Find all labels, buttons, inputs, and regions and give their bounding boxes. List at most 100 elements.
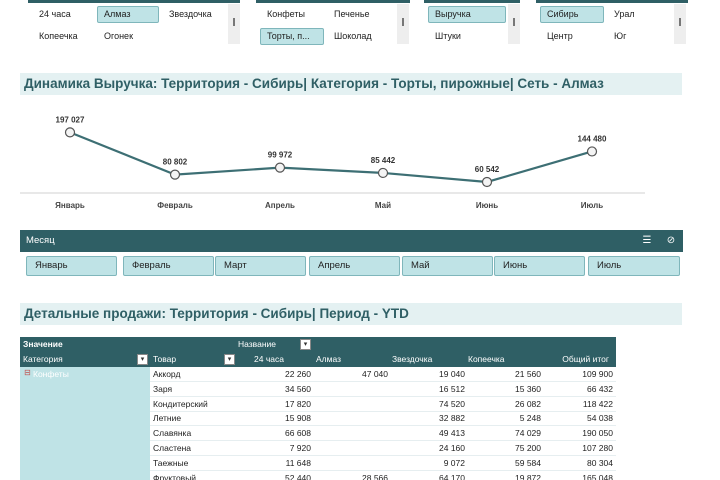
collapse-icon[interactable]: ⊟: [24, 368, 31, 377]
value-cell: 107 280: [582, 443, 613, 453]
columns-label: Название: [238, 339, 276, 349]
value-cell: 5 248: [519, 413, 541, 424]
value-cell: 16 512: [439, 383, 465, 394]
table-row: Кондитерский 17 820 74 520 26 082 118 422: [150, 397, 616, 412]
slicer-item-zvezdochka[interactable]: Звездочка: [162, 6, 224, 23]
value-cell: [321, 382, 391, 397]
slicer-item-shtuki[interactable]: Штуки: [428, 28, 506, 45]
data-point[interactable]: [586, 146, 598, 157]
multi-select-icon[interactable]: ☰: [640, 234, 654, 248]
pivot-table: Значение Название ▾ Категория ▾ Товар ▾ …: [20, 337, 616, 480]
slicer-scrollbar[interactable]: [397, 4, 409, 44]
slicer-item-almaz[interactable]: Алмаз: [97, 6, 159, 23]
slicer-item-konfety[interactable]: Конфеты: [260, 6, 324, 23]
scroll-grip-icon: [513, 18, 515, 26]
data-point[interactable]: [64, 127, 76, 138]
value-cell: 49 413: [439, 428, 465, 439]
slicer-item-ural[interactable]: Урал: [607, 6, 671, 23]
slicer-item-torty[interactable]: Торты, п...: [260, 28, 324, 45]
month-button[interactable]: Май: [402, 256, 493, 276]
value-cell: 190 050: [582, 428, 613, 439]
value-cell: 109 900: [582, 369, 613, 379]
month-slicer-header: [20, 230, 683, 252]
rows-label: Категория: [23, 354, 63, 364]
value-cell: 19 872: [515, 472, 541, 480]
product-name: Летние: [153, 413, 182, 424]
category-slicer: Конфеты Печенье Торты, п... Шоколад: [256, 0, 410, 46]
value-cell: 15 908: [285, 413, 311, 424]
clear-filter-icon[interactable]: ⊘: [664, 234, 678, 248]
product-name: Сластена: [153, 443, 192, 453]
month-slicer-title: Месяц: [26, 235, 55, 246]
slicer-item-shokolad[interactable]: Шоколад: [327, 28, 391, 45]
column-header: Копеечка: [468, 354, 505, 364]
table-title: Детальные продажи: Территория - Сибирь| …: [20, 303, 682, 325]
slicer-item-24-chasa[interactable]: 24 часа: [32, 6, 94, 23]
month-button[interactable]: Июнь: [494, 256, 585, 276]
category-filter-dropdown-icon[interactable]: ▾: [137, 354, 148, 365]
value-cell: 52 440: [285, 472, 311, 480]
month-button[interactable]: Февраль: [123, 256, 214, 276]
product-name: Кондитерский: [153, 398, 208, 409]
value-cell: 19 040: [439, 369, 465, 379]
value-cell: [321, 426, 391, 441]
table-row: Таежные 11 648 9 072 59 584 80 304: [150, 456, 616, 471]
value-cell: 26 082: [515, 398, 541, 409]
product-name: Фруктовый: [153, 472, 197, 480]
table-row: Летние 15 908 32 882 5 248 54 038: [150, 411, 616, 427]
category-column: ⊟ Конфеты: [20, 367, 150, 480]
slicer-item-kopeechka[interactable]: Копеечка: [32, 28, 94, 45]
values-label: Значение: [20, 337, 616, 352]
month-button[interactable]: Апрель: [309, 256, 400, 276]
value-cell: 80 304: [587, 457, 613, 468]
data-point[interactable]: [169, 169, 181, 180]
category-konfety: Конфеты: [33, 369, 69, 379]
pivot-header-row-2: Категория ▾ Товар ▾ 24 часа Алмаз Звездочк…: [20, 352, 616, 367]
slicer-header-bar: [536, 0, 688, 3]
slicer-scrollbar[interactable]: [508, 4, 520, 44]
table-row: Аккорд 22 260 47 040 19 040 21 560 109 900: [150, 367, 616, 382]
product-name: Аккорд: [153, 369, 181, 379]
slicer-item-yug[interactable]: Юг: [607, 28, 671, 45]
slicer-item-sibir[interactable]: Сибирь: [540, 6, 604, 23]
value-cell: 21 560: [515, 369, 541, 379]
value-cell: [321, 456, 391, 471]
data-point[interactable]: [274, 162, 286, 173]
measure-slicer: Выручка Штуки: [424, 0, 520, 46]
value-cell: 118 422: [582, 398, 613, 409]
product-name: Заря: [153, 383, 173, 394]
data-label: 85 442: [371, 156, 396, 165]
column-header: Алмаз: [316, 354, 342, 364]
slicer-item-ogonek[interactable]: Огонек: [97, 28, 159, 45]
value-cell: 66 608: [285, 428, 311, 439]
value-cell: 9 072: [443, 457, 465, 468]
pivot-header-row-1: Значение Название ▾: [20, 337, 616, 352]
slicer-item-centr[interactable]: Центр: [540, 28, 604, 45]
month-button[interactable]: Июль: [588, 256, 680, 276]
month-button[interactable]: Март: [215, 256, 306, 276]
columns-filter-dropdown-icon[interactable]: ▾: [300, 339, 311, 350]
slicer-scrollbar[interactable]: [228, 4, 240, 44]
network-slicer: 24 часа Алмаз Звездочка Копеечка Огонек: [28, 0, 240, 46]
value-cell: 32 882: [439, 413, 465, 424]
slicer-header-bar: [28, 0, 240, 3]
month-slicer: Месяц ☰ ⊘ Январь Февраль Март Апрель Май Июнь…: [20, 230, 683, 278]
value-cell: [321, 397, 391, 412]
x-tick-label: Февраль: [157, 201, 193, 210]
data-label: 60 542: [475, 165, 500, 174]
x-tick-label: Июнь: [476, 201, 498, 210]
data-point[interactable]: [377, 167, 389, 179]
month-button[interactable]: Январь: [26, 256, 117, 276]
product-filter-dropdown-icon[interactable]: ▾: [224, 354, 235, 365]
chart-title: Динамика Выручка: Территория - Сибирь| К…: [20, 73, 682, 95]
data-point[interactable]: [481, 176, 493, 188]
table-row: Фруктовый 52 440 28 566 64 170 19 872 165 048: [150, 471, 616, 480]
slicer-scrollbar[interactable]: [674, 4, 686, 44]
slicer-item-pechene[interactable]: Печенье: [327, 6, 391, 23]
series-line: [69, 131, 593, 184]
value-cell: 74 029: [515, 428, 541, 439]
x-tick-label: Июль: [581, 201, 603, 210]
slicer-item-vyruchka[interactable]: Выручка: [428, 6, 506, 23]
territory-slicer: Сибирь Урал Центр Юг: [536, 0, 688, 46]
value-cell: [321, 411, 391, 426]
